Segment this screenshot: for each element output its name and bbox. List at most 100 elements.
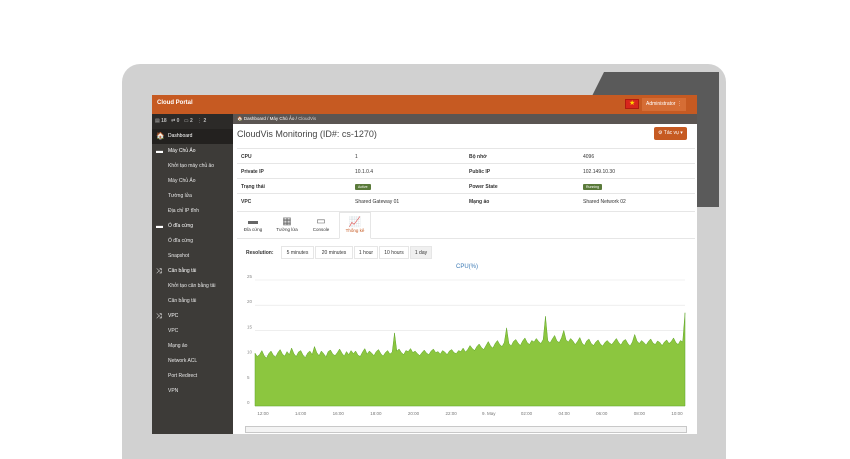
info-text: Bộ nhớ xyxy=(469,154,487,160)
ip-count-icon[interactable]: ⋮ 2 xyxy=(197,118,206,124)
sidebar-item-10[interactable]: Khởi tạo cân bằng tải xyxy=(152,279,233,294)
info-v2: 102.149.10.30 xyxy=(583,169,615,175)
sidebar-item-13[interactable]: VPC xyxy=(152,324,233,339)
sidebar-item-12[interactable]: ⤨ VPC xyxy=(152,309,233,324)
breadcrumb-middle[interactable]: Máy Chủ Ảo xyxy=(270,116,295,121)
y-tick-label: 0 xyxy=(247,400,250,405)
sidebar-item-4[interactable]: Tường lửa xyxy=(152,189,233,204)
home-icon: 🏠 xyxy=(156,133,165,140)
info-text: VPC xyxy=(241,199,252,205)
resolution-option-4[interactable]: 1 day xyxy=(410,246,432,259)
sidebar-item-6[interactable]: ▬ Ổ đĩa cứng xyxy=(152,219,233,234)
tab-monitor[interactable]: ▭ Console xyxy=(305,212,337,239)
info-table: CPU 1 Bộ nhớ 4096 Private IP 10.1.0.4 Public I… xyxy=(237,148,695,208)
x-tick-label: 12:00 xyxy=(257,411,269,416)
monitor-icon: ▭ xyxy=(316,216,326,227)
shuffle-icon: ⤨ xyxy=(156,268,162,275)
brand-logo[interactable]: Cloud Portal xyxy=(157,100,193,106)
resolution-option-2[interactable]: 1 hour xyxy=(354,246,378,259)
sidebar-item-7[interactable]: Ổ đĩa cứng xyxy=(152,234,233,249)
tab-firewall[interactable]: ▦ Tường lửa xyxy=(271,212,303,239)
tab-label: Console xyxy=(312,227,330,232)
info-v1: Shared Gateway 01 xyxy=(355,199,399,205)
info-text: 10.1.0.4 xyxy=(355,169,374,175)
language-flag-icon[interactable] xyxy=(625,99,639,109)
sidebar-item-14[interactable]: Mạng ảo xyxy=(152,339,233,354)
breadcrumb-current: CloudVis xyxy=(298,116,317,121)
disk-count-icon[interactable]: ▭ 2 xyxy=(184,118,193,124)
info-k1: CPU xyxy=(241,154,252,160)
sidebar-item-2[interactable]: Khởi tạo máy chủ ảo xyxy=(152,159,233,174)
sidebar-item-label: Dashboard xyxy=(168,133,193,139)
info-text: 4096 xyxy=(583,154,595,160)
info-text: 1 xyxy=(355,154,358,160)
actions-button[interactable]: ⚙ Tác vụ ▾ xyxy=(654,127,687,140)
info-text: CPU xyxy=(241,154,252,160)
status-badge: Active xyxy=(355,184,371,190)
info-v2: 4096 xyxy=(583,154,594,160)
user-menu-button[interactable]: Administrator ⋮ xyxy=(642,98,686,111)
sidebar-item-0[interactable]: 🏠 Dashboard xyxy=(152,129,233,144)
sidebar-item-3[interactable]: Máy Chủ Ảo xyxy=(152,174,233,189)
sidebar-item-label: Cân bằng tải xyxy=(168,298,197,304)
sidebar-item-16[interactable]: Port Redirect xyxy=(152,369,233,384)
counter-bar: ▤ 18 ⇄ 0 ▭ 2 ⋮ 2 xyxy=(152,114,233,129)
sidebar-item-17[interactable]: VPN xyxy=(152,384,233,399)
info-text: Private IP xyxy=(241,169,264,175)
sidebar-item-label: Khởi tạo cân bằng tải xyxy=(168,283,216,289)
tab-disk[interactable]: ▬ Đĩa cứng xyxy=(237,212,269,239)
sidebar-item-15[interactable]: Network ACL xyxy=(152,354,233,369)
x-tick-label: 08:00 xyxy=(634,411,646,416)
user-name: Administrator xyxy=(646,101,676,107)
sidebar-item-label: Snapshot xyxy=(168,253,190,259)
x-tick-label: 20:00 xyxy=(408,411,420,416)
tab-chart[interactable]: 📈 Thống kê xyxy=(339,212,371,239)
info-text: Trạng thái xyxy=(241,184,265,190)
info-k2: Mạng ảo xyxy=(469,199,489,205)
sidebar-item-5[interactable]: Địa chỉ IP tĩnh xyxy=(152,204,233,219)
chart-scrollbar[interactable] xyxy=(245,426,687,433)
resolution-option-1[interactable]: 20 minutes xyxy=(315,246,353,259)
screen: Cloud Portal Administrator ⋮ ▤ 18 ⇄ 0 ▭ … xyxy=(152,95,697,434)
tab-bar: ▬ Đĩa cứng ▦ Tường lửa ▭ Console 📈 Thống kê xyxy=(237,211,695,239)
tab-label: Thống kê xyxy=(345,228,365,233)
firewall-icon: ▦ xyxy=(282,216,292,227)
sidebar-item-9[interactable]: ⤨ Cân bằng tải xyxy=(152,264,233,279)
sidebar-item-label: Khởi tạo máy chủ ảo xyxy=(168,163,215,169)
sidebar-item-label: Ổ đĩa cứng xyxy=(168,223,194,229)
resolution-label: Resolution: xyxy=(246,250,274,256)
sidebar-item-8[interactable]: Snapshot xyxy=(152,249,233,264)
resolution-option-3[interactable]: 10 hours xyxy=(379,246,409,259)
network-count-icon[interactable]: ⇄ 0 xyxy=(171,118,179,124)
vm-count-icon[interactable]: ▤ 18 xyxy=(155,118,167,124)
sidebar: ▤ 18 ⇄ 0 ▭ 2 ⋮ 2 🏠 Dashboard ▬ Máy Chủ Ảo Kh… xyxy=(152,114,233,434)
y-tick-label: 10 xyxy=(247,350,253,355)
breadcrumb-home[interactable]: Dashboard xyxy=(244,116,266,121)
gear-icon: ⚙ xyxy=(658,130,663,136)
info-k1: Trạng thái xyxy=(241,184,265,190)
sidebar-item-label: Tường lửa xyxy=(168,193,192,199)
resolution-option-0[interactable]: 5 minutes xyxy=(281,246,314,259)
x-tick-label: 04:00 xyxy=(558,411,570,416)
tab-label: Tường lửa xyxy=(276,227,298,232)
sidebar-item-1[interactable]: ▬ Máy Chủ Ảo xyxy=(152,144,233,159)
breadcrumb: 🏠 Dashboard / Máy Chủ Ảo / CloudVis xyxy=(233,114,697,124)
shuffle-icon: ⤨ xyxy=(156,313,162,320)
info-row: Trạng thái Active Power State Running xyxy=(237,178,695,193)
chart-icon: 📈 xyxy=(348,217,362,228)
y-tick-label: 25 xyxy=(247,274,253,279)
sidebar-item-label: Network ACL xyxy=(168,358,198,364)
info-text: Shared Gateway 01 xyxy=(355,199,400,205)
info-v2: Running xyxy=(583,184,603,190)
sidebar-item-11[interactable]: Cân bằng tải xyxy=(152,294,233,309)
sidebar-item-label: Địa chỉ IP tĩnh xyxy=(168,208,200,214)
home-icon: 🏠 xyxy=(237,116,243,121)
info-text: 102.149.10.30 xyxy=(583,169,615,175)
info-row: CPU 1 Bộ nhớ 4096 xyxy=(237,148,695,163)
info-k2: Bộ nhớ xyxy=(469,154,487,160)
main-content: 🏠 Dashboard / Máy Chủ Ảo / CloudVis Clou… xyxy=(233,114,697,434)
status-badge: Running xyxy=(583,184,603,190)
server-icon: ▬ xyxy=(156,148,163,155)
actions-label: Tác vụ xyxy=(663,130,679,136)
info-text: Shared Network 02 xyxy=(583,199,626,205)
